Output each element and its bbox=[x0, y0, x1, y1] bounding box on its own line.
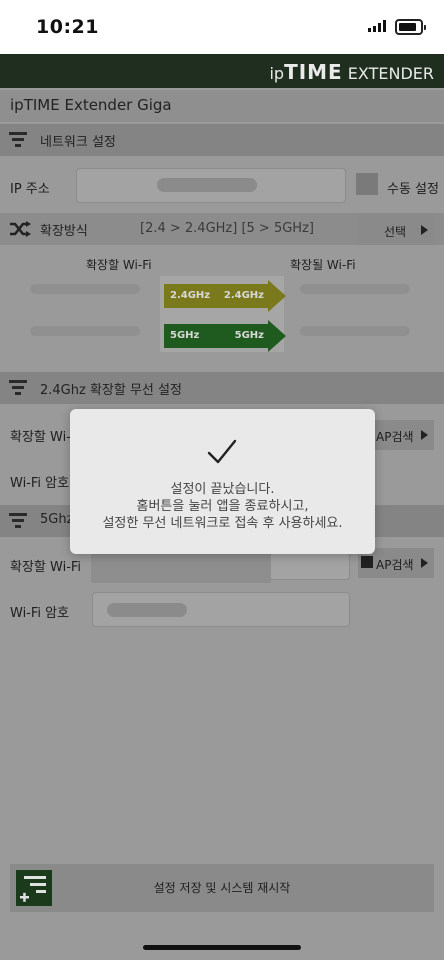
filter-icon bbox=[9, 380, 27, 396]
status-bar: 10:21 bbox=[0, 0, 444, 54]
target-wifi-label: 확장될 Wi-Fi bbox=[290, 258, 356, 272]
section-24ghz-header: 2.4Ghz 확장할 무선 설정 bbox=[0, 372, 444, 404]
arrow-right-icon bbox=[421, 430, 428, 440]
status-time: 10:21 bbox=[36, 16, 99, 38]
password-5-field[interactable] bbox=[92, 592, 350, 627]
blurred-value bbox=[157, 178, 257, 192]
checkmark-icon bbox=[207, 439, 237, 464]
network-settings-title: 네트워크 설정 bbox=[40, 135, 116, 150]
ip-address-label: IP 주소 bbox=[10, 182, 50, 197]
arrow-right-icon bbox=[421, 558, 428, 568]
brand-header: ipTIME EXTENDER bbox=[0, 54, 444, 88]
manual-setting-label: 수동 설정 bbox=[387, 182, 439, 197]
manual-setting-checkbox[interactable] bbox=[356, 173, 378, 195]
device-name: ipTIME Extender Giga bbox=[10, 96, 172, 114]
toast-message: 설정이 끝났습니다. 홈버튼을 눌러 앱을 종료하시고, 설정한 무선 네트워크… bbox=[102, 482, 343, 531]
select-button[interactable]: 선택 bbox=[358, 215, 434, 245]
extension-method-value: [2.4 > 2.4GHz] [5 > 5GHz] bbox=[140, 221, 314, 236]
arrow-right-icon bbox=[421, 225, 428, 235]
password-5-label: Wi-Fi 암호 bbox=[10, 606, 70, 621]
completion-toast: 설정이 끝났습니다. 홈버튼을 눌러 앱을 종료하시고, 설정한 무선 네트워크… bbox=[70, 409, 375, 554]
extension-method-label: 확장방식 bbox=[40, 224, 88, 239]
blurred-target-name bbox=[300, 284, 410, 294]
iptime-extender-logo: ipTIME EXTENDER bbox=[269, 60, 434, 84]
blurred-source-name bbox=[30, 326, 140, 336]
band-24ghz-arrow: 2.4GHz 2.4GHz bbox=[164, 280, 286, 312]
filter-icon bbox=[9, 132, 27, 148]
password-24-label: Wi-Fi 암호 bbox=[10, 476, 70, 491]
section-5ghz-title: 5Ghz bbox=[40, 512, 74, 527]
blurred-target-name bbox=[300, 326, 410, 336]
save-button-label: 설정 저장 및 시스템 재시작 bbox=[153, 881, 291, 895]
save-and-restart-button[interactable]: 설정 저장 및 시스템 재시작 bbox=[10, 864, 434, 912]
device-name-bar: ipTIME Extender Giga bbox=[0, 90, 444, 122]
cellular-signal-icon bbox=[368, 20, 386, 32]
filter-icon bbox=[9, 513, 27, 529]
network-settings-header: 네트워크 설정 bbox=[0, 124, 444, 156]
home-indicator[interactable] bbox=[143, 945, 301, 950]
band-5ghz-arrow: 5GHz 5GHz bbox=[164, 320, 286, 352]
wifi-5-label: 확장할 Wi-Fi bbox=[10, 560, 82, 575]
section-24ghz-title: 2.4Ghz 확장할 무선 설정 bbox=[40, 383, 182, 398]
band-diagram: 2.4GHz 2.4GHz 5GHz 5GHz bbox=[160, 276, 286, 352]
blurred-source-name bbox=[30, 284, 140, 294]
filter-icon bbox=[361, 556, 373, 568]
ip-address-field[interactable] bbox=[76, 168, 346, 203]
wifi-24-label: 확장할 Wi- bbox=[10, 430, 71, 445]
source-wifi-label: 확장할 Wi-Fi bbox=[86, 258, 152, 272]
shuffle-icon bbox=[10, 221, 31, 237]
battery-icon bbox=[395, 19, 426, 35]
blurred-value bbox=[107, 603, 187, 617]
